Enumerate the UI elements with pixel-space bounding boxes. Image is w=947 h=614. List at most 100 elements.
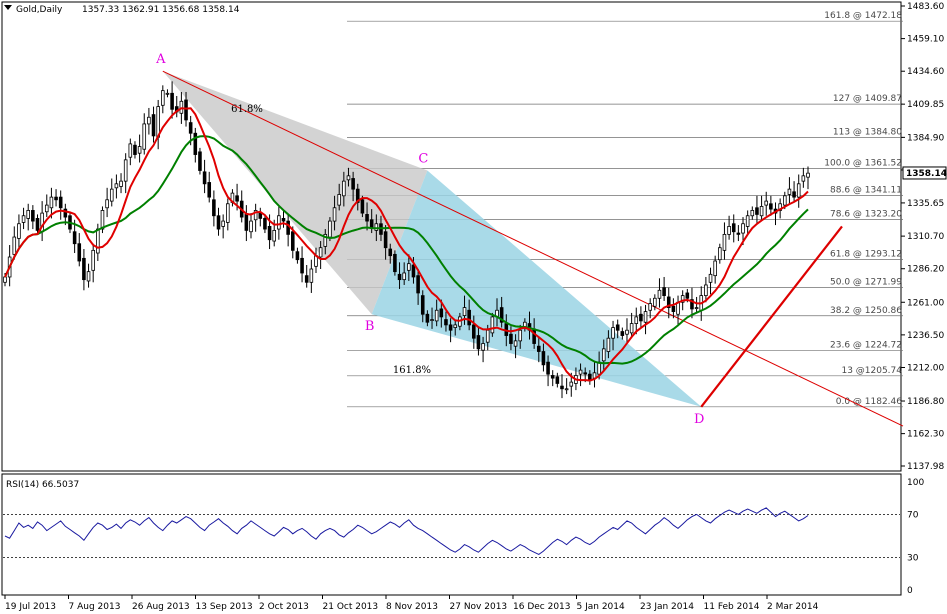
fib-label: 88.6 @ 1341.11	[830, 186, 902, 196]
fib-label: 127 @ 1409.87	[833, 94, 902, 104]
candle-body	[550, 375, 555, 379]
price-tick-label: 1286.20	[907, 265, 944, 275]
candle-body	[119, 180, 123, 187]
candle-body	[430, 319, 434, 321]
candle-body	[109, 188, 114, 202]
candle-body	[49, 196, 54, 209]
candle-body	[235, 195, 239, 202]
candle-body	[685, 292, 690, 299]
candle-body	[86, 271, 91, 282]
candle-body	[620, 331, 625, 336]
price-tick-label: 1261.00	[907, 298, 944, 308]
candle-body	[407, 263, 411, 271]
time-tick-label: 13 Sep 2013	[196, 602, 253, 612]
candle-body	[453, 324, 458, 328]
time-tick-label: 21 Oct 2013	[323, 602, 379, 612]
price-tick-label: 1137.98	[907, 462, 944, 472]
candle-body	[365, 214, 369, 222]
candle-body	[755, 207, 759, 215]
candle-body	[518, 329, 523, 342]
candle-body	[606, 337, 611, 352]
candle-body	[128, 143, 133, 158]
candle-body	[72, 231, 77, 245]
candle-body	[337, 194, 341, 206]
candle-body	[383, 231, 388, 249]
candle-body	[226, 203, 230, 223]
fib-label: 13 @1205.74	[841, 366, 902, 376]
candle-body	[267, 226, 272, 241]
candle-body	[564, 388, 569, 391]
candle-body	[179, 100, 184, 114]
candle-body	[133, 144, 137, 155]
candle-body	[745, 215, 750, 227]
candle-body	[346, 175, 351, 181]
candle-body	[184, 99, 188, 121]
candle-body	[12, 236, 17, 255]
candle-body	[713, 260, 717, 277]
candle-body	[750, 210, 755, 217]
candle-body	[82, 257, 86, 281]
candle-body	[481, 343, 485, 351]
candle-body	[741, 223, 745, 234]
candle-body	[411, 264, 416, 278]
candle-body	[578, 369, 583, 375]
candle-body	[569, 381, 574, 387]
candle-body	[212, 199, 216, 217]
candle-body	[402, 272, 406, 281]
candle-body	[801, 175, 806, 182]
candle-body	[369, 219, 374, 229]
candle-body	[123, 159, 128, 182]
time-tick-label: 16 Dec 2013	[513, 602, 571, 612]
rsi-panel	[1, 473, 902, 596]
candle-body	[277, 215, 281, 230]
time-tick-label: 8 Nov 2013	[386, 602, 438, 612]
candle-body	[583, 372, 587, 375]
rsi-axis-label: 30	[907, 554, 919, 564]
candle-body	[147, 116, 151, 125]
time-tick-label: 2 Oct 2013	[259, 602, 309, 612]
candle-body	[91, 249, 95, 271]
price-tick-label: 1335.65	[907, 199, 944, 209]
candle-body	[290, 231, 295, 251]
price-tick-label: 1186.80	[907, 397, 944, 407]
price-tick-label: 1212.00	[907, 363, 944, 373]
candle-body	[601, 348, 606, 362]
candle-body	[736, 232, 741, 235]
candle-body	[198, 151, 202, 171]
candle-body	[295, 251, 300, 261]
candle-body	[21, 215, 26, 223]
candle-body	[96, 228, 100, 254]
candle-body	[555, 376, 560, 384]
candle-body	[611, 327, 615, 339]
candle-body	[731, 223, 736, 233]
candle-body	[360, 199, 365, 214]
candle-body	[142, 123, 147, 150]
candle-body	[244, 214, 249, 231]
candle-body	[787, 188, 792, 195]
candle-body	[759, 206, 764, 217]
point-label-c: C	[418, 152, 428, 167]
candle-body	[420, 295, 425, 315]
candle-body	[300, 257, 304, 274]
candle-body	[662, 287, 666, 297]
chart-svg[interactable]: 161.8 @ 1472.18 127 @ 1409.87 113 @ 1384.8…	[0, 0, 947, 614]
candle-body	[188, 122, 193, 134]
time-axis: 19 Jul 2013 7 Aug 2013 26 Aug 2013 13 Sep 2…	[4, 595, 819, 612]
time-tick-label: 2 Mar 2014	[767, 602, 819, 612]
candle-body	[332, 207, 337, 222]
candle-body	[796, 183, 801, 198]
candle-body	[342, 180, 346, 197]
candle-body	[281, 218, 286, 222]
fib-label: 61.8 @ 1293.12	[830, 250, 902, 260]
candle-body	[202, 171, 207, 185]
candle-body	[114, 183, 119, 189]
candle-body	[782, 195, 787, 206]
candle-body	[44, 204, 49, 213]
candle-body	[467, 309, 471, 326]
candle-body	[272, 229, 277, 242]
point-label-b: B	[365, 319, 375, 334]
candle-body	[309, 268, 314, 283]
time-tick-label: 5 Jan 2014	[577, 602, 625, 612]
symbol-label: Gold,Daily	[16, 5, 63, 15]
candle-body	[448, 324, 453, 331]
